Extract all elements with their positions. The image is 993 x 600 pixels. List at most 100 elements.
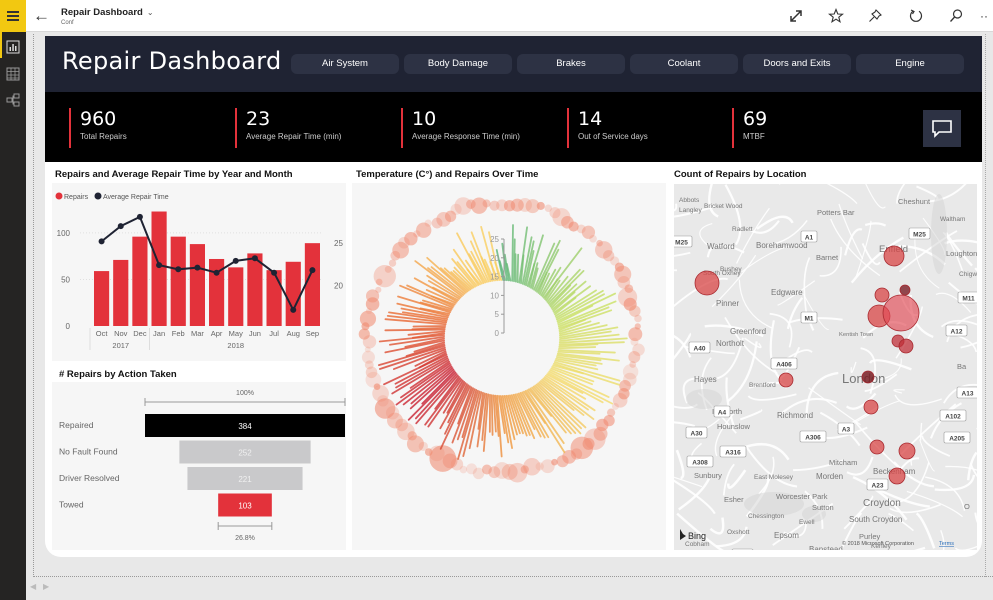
data-view-icon[interactable] bbox=[6, 67, 20, 81]
back-arrow-icon[interactable]: ← bbox=[33, 7, 50, 25]
point-avg-repair-time-feb bbox=[175, 266, 182, 273]
bing-logo-icon bbox=[680, 529, 686, 540]
repair-bubble bbox=[628, 351, 641, 363]
map-place-label: Barnet bbox=[816, 253, 839, 262]
map-road bbox=[803, 257, 811, 318]
radial-axis-tick-label: 0 bbox=[495, 329, 500, 338]
funnel-category-label: Towed bbox=[59, 500, 84, 510]
x-year-label: 2018 bbox=[227, 341, 244, 350]
map-place-label: Cheshunt bbox=[898, 197, 931, 206]
point-avg-repair-time-jan bbox=[156, 262, 163, 269]
legend-label-avg-repair-time: Average Repair Time bbox=[103, 194, 169, 201]
comment-button[interactable] bbox=[923, 110, 961, 147]
map-place-label: Esher bbox=[724, 495, 744, 504]
kpi-average-response-time: 10 Average Response Time (min) bbox=[401, 108, 520, 148]
map-place-label: Potters Bar bbox=[817, 208, 855, 217]
x-tick-label: Jun bbox=[249, 329, 261, 338]
point-avg-repair-time-apr bbox=[213, 269, 220, 276]
hamburger-menu-button[interactable] bbox=[0, 0, 26, 32]
map-road-label: A4 bbox=[718, 410, 727, 417]
map-road bbox=[868, 359, 912, 371]
map-place-label: Greenford bbox=[730, 327, 766, 336]
map-place-label: Chessington bbox=[748, 513, 785, 520]
left-nav bbox=[0, 32, 26, 600]
refresh-icon[interactable] bbox=[907, 7, 925, 25]
prev-page-icon[interactable]: ◀ bbox=[30, 582, 36, 591]
bing-logo-text: Bing bbox=[688, 531, 706, 541]
map-place-label: Epsom bbox=[774, 531, 799, 540]
x-tick-label: Sep bbox=[306, 329, 319, 338]
bing-logo: Bing bbox=[680, 529, 706, 541]
category-button-body-damage[interactable]: Body Damage bbox=[404, 54, 512, 74]
category-button-air-system[interactable]: Air System bbox=[291, 54, 399, 74]
repair-bubble bbox=[589, 234, 597, 243]
favorite-star-icon[interactable] bbox=[827, 7, 845, 25]
category-button-brakes[interactable]: Brakes bbox=[517, 54, 625, 74]
map-panel[interactable]: Bricket Wood Abbots Langley Radlett Potters … bbox=[674, 184, 977, 550]
map-terms-link[interactable]: Terms bbox=[939, 541, 954, 547]
map-road-label: A316 bbox=[725, 450, 741, 457]
pin-icon[interactable] bbox=[866, 7, 884, 25]
bar-repairs-jul bbox=[266, 270, 282, 326]
bar-repairs-jun bbox=[247, 253, 263, 326]
map-road bbox=[722, 463, 735, 496]
map-place-label: Bricket Wood bbox=[704, 203, 743, 210]
repair-bubble bbox=[373, 264, 396, 288]
map-repair-bubble bbox=[899, 284, 911, 296]
funnel-category-label: Driver Resolved bbox=[59, 473, 120, 483]
map-road bbox=[740, 442, 790, 461]
map-repair-bubble bbox=[694, 270, 720, 296]
report-header: Repair Dashboard Air System Body Damage … bbox=[45, 36, 982, 92]
map-place-label: Hayes bbox=[694, 375, 717, 384]
bar-repairs-aug bbox=[285, 261, 301, 326]
map-road-label: A3 bbox=[842, 427, 851, 434]
map-road bbox=[674, 251, 691, 257]
radial-chart-panel: 0 5 10 15 20 25 bbox=[352, 183, 666, 550]
x-tick-label: Dec bbox=[133, 329, 147, 338]
map-road bbox=[976, 427, 977, 430]
kpi-bar: 960 Total Repairs 23 Average Repair Time… bbox=[45, 92, 982, 162]
funnel-category-label: No Fault Found bbox=[59, 447, 118, 457]
bar-repairs-nov bbox=[113, 259, 129, 326]
point-avg-repair-time-aug bbox=[290, 306, 297, 313]
map-road bbox=[674, 421, 696, 428]
map-road-label: A406 bbox=[776, 362, 792, 369]
map-place-label: Radlett bbox=[732, 226, 753, 233]
map-place-label: Borehamwood bbox=[756, 241, 808, 250]
x-tick-label: Apr bbox=[211, 329, 223, 338]
map-place-label: Mitcham bbox=[829, 458, 857, 467]
vertical-scrollbar[interactable] bbox=[985, 34, 993, 577]
point-avg-repair-time-may bbox=[232, 257, 239, 264]
legend-marker-avg-repair-time bbox=[94, 192, 102, 200]
next-page-icon[interactable]: ▶ bbox=[43, 582, 49, 591]
map-road bbox=[709, 517, 725, 535]
map-road bbox=[894, 394, 942, 406]
repair-bubble bbox=[466, 463, 478, 475]
category-button-doors-and-exits[interactable]: Doors and Exits bbox=[743, 54, 851, 74]
map-road bbox=[724, 184, 742, 246]
more-options-icon[interactable]: ·· bbox=[980, 7, 993, 25]
category-button-coolant[interactable]: Coolant bbox=[630, 54, 738, 74]
funnel-bottom-percent: 26.8% bbox=[235, 535, 255, 542]
map-road bbox=[735, 207, 770, 264]
map-place-label: Sutton bbox=[812, 503, 834, 512]
fullscreen-icon[interactable] bbox=[787, 7, 805, 25]
model-view-icon[interactable] bbox=[6, 93, 20, 107]
map-repair-bubble bbox=[898, 338, 914, 354]
category-button-engine[interactable]: Engine bbox=[856, 54, 964, 74]
map-place-label: Kentish Town bbox=[839, 332, 873, 338]
report-view-icon[interactable] bbox=[6, 40, 20, 54]
map-road bbox=[727, 341, 758, 402]
x-tick-label: Oct bbox=[96, 329, 109, 338]
point-avg-repair-time-jul bbox=[271, 269, 278, 276]
app-title[interactable]: Repair Dashboard ⌄ bbox=[61, 7, 154, 18]
map-place-label: Purley bbox=[859, 532, 881, 541]
map-attribution: © 2018 Microsoft Corporation bbox=[842, 540, 914, 547]
map[interactable]: Bricket Wood Abbots Langley Radlett Potters … bbox=[674, 184, 977, 550]
map-place-label: Watford bbox=[707, 242, 735, 251]
combo-chart-panel: Repairs Average Repair Time 0 50 100 20 25 Oct N… bbox=[52, 183, 346, 361]
bar-repairs-jan bbox=[151, 211, 167, 326]
search-icon[interactable] bbox=[947, 7, 965, 25]
bar-repairs-feb bbox=[170, 236, 186, 326]
map-road bbox=[747, 393, 797, 401]
